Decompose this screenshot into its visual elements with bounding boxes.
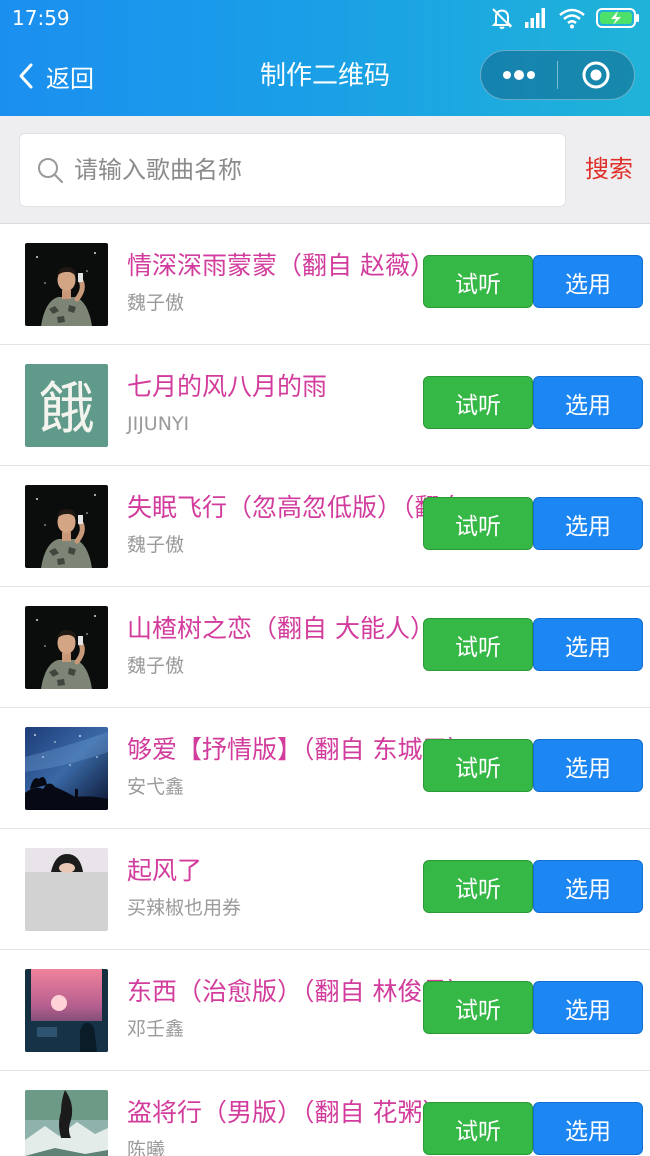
preview-button[interactable]: 试听 [423,1102,533,1155]
song-artist: 邓壬鑫 [127,1018,185,1040]
song-row: 东西（治愈版）（翻自 林俊呈） 邓壬鑫 试听 选用 [0,950,650,1071]
song-list: 情深深雨蒙蒙（翻自 赵薇） 魏子傲 试听 选用 餓 七月的风八月的雨 JIJUNYI 试听… [0,224,650,1156]
song-artist: JIJUNYI [127,413,190,435]
preview-button[interactable]: 试听 [423,255,533,308]
back-label: 返回 [46,64,94,93]
select-button[interactable]: 选用 [533,618,643,671]
select-button[interactable]: 选用 [533,497,643,550]
select-button[interactable]: 选用 [533,860,643,913]
search-area: 搜索 [0,116,650,224]
preview-button[interactable]: 试听 [423,497,533,550]
more-dots-icon [503,70,535,80]
target-circle-icon [582,61,610,89]
signal-icon [525,8,545,28]
preview-button[interactable]: 试听 [423,618,533,671]
preview-button[interactable]: 试听 [423,739,533,792]
song-artist: 买辣椒也用券 [127,897,242,919]
select-button[interactable]: 选用 [533,376,643,429]
song-cover-image [25,1090,108,1156]
status-icons [490,6,640,30]
song-cover-image [25,969,108,1052]
preview-button[interactable]: 试听 [423,860,533,913]
song-artist: 魏子傲 [127,292,185,314]
select-button[interactable]: 选用 [533,1102,643,1155]
search-button[interactable]: 搜索 [578,153,640,185]
close-miniprogram-button[interactable] [558,50,634,100]
song-cover-image [25,606,108,689]
song-artist: 安弋鑫 [127,776,185,798]
preview-button[interactable]: 试听 [423,981,533,1034]
search-box[interactable] [19,133,566,207]
search-input[interactable] [74,156,554,184]
select-button[interactable]: 选用 [533,739,643,792]
song-row: 够爱【抒情版】（翻自 东城卫） 安弋鑫 试听 选用 [0,708,650,829]
preview-button[interactable]: 试听 [423,376,533,429]
song-row: 起风了 买辣椒也用券 试听 选用 [0,829,650,950]
song-row: 盗将行（男版）（翻自 花粥） 陈曦 试听 选用 [0,1071,650,1156]
song-cover-image [25,848,108,931]
song-cover-image [25,243,108,326]
back-button[interactable]: 返回 [18,56,94,96]
svg-text:餓: 餓 [39,377,95,442]
song-cover-image: 餓 [25,364,108,447]
chevron-left-icon [19,63,33,89]
song-row: 山楂树之恋（翻自 大能人） 魏子傲 试听 选用 [0,587,650,708]
song-artist: 魏子傲 [127,655,185,677]
select-button[interactable]: 选用 [533,981,643,1034]
wifi-icon [559,8,585,29]
song-cover-image [25,727,108,810]
miniprogram-capsule [480,50,635,100]
song-artist: 陈曦 [127,1139,166,1156]
status-time: 17:59 [12,6,70,30]
song-row: 餓 七月的风八月的雨 JIJUNYI 试听 选用 [0,345,650,466]
song-row: 情深深雨蒙蒙（翻自 赵薇） 魏子傲 试听 选用 [0,224,650,345]
song-cover-image [25,485,108,568]
more-button[interactable] [481,50,557,100]
battery-charging-icon [596,8,639,28]
song-row: 失眠飞行（忽高忽低版）（翻自 魏子傲 试听 选用 [0,466,650,587]
mute-bell-icon [491,8,513,29]
select-button[interactable]: 选用 [533,255,643,308]
search-icon [38,158,64,184]
top-bar: 17:59 返回 制作二维码 [0,0,650,116]
song-artist: 魏子傲 [127,534,185,556]
